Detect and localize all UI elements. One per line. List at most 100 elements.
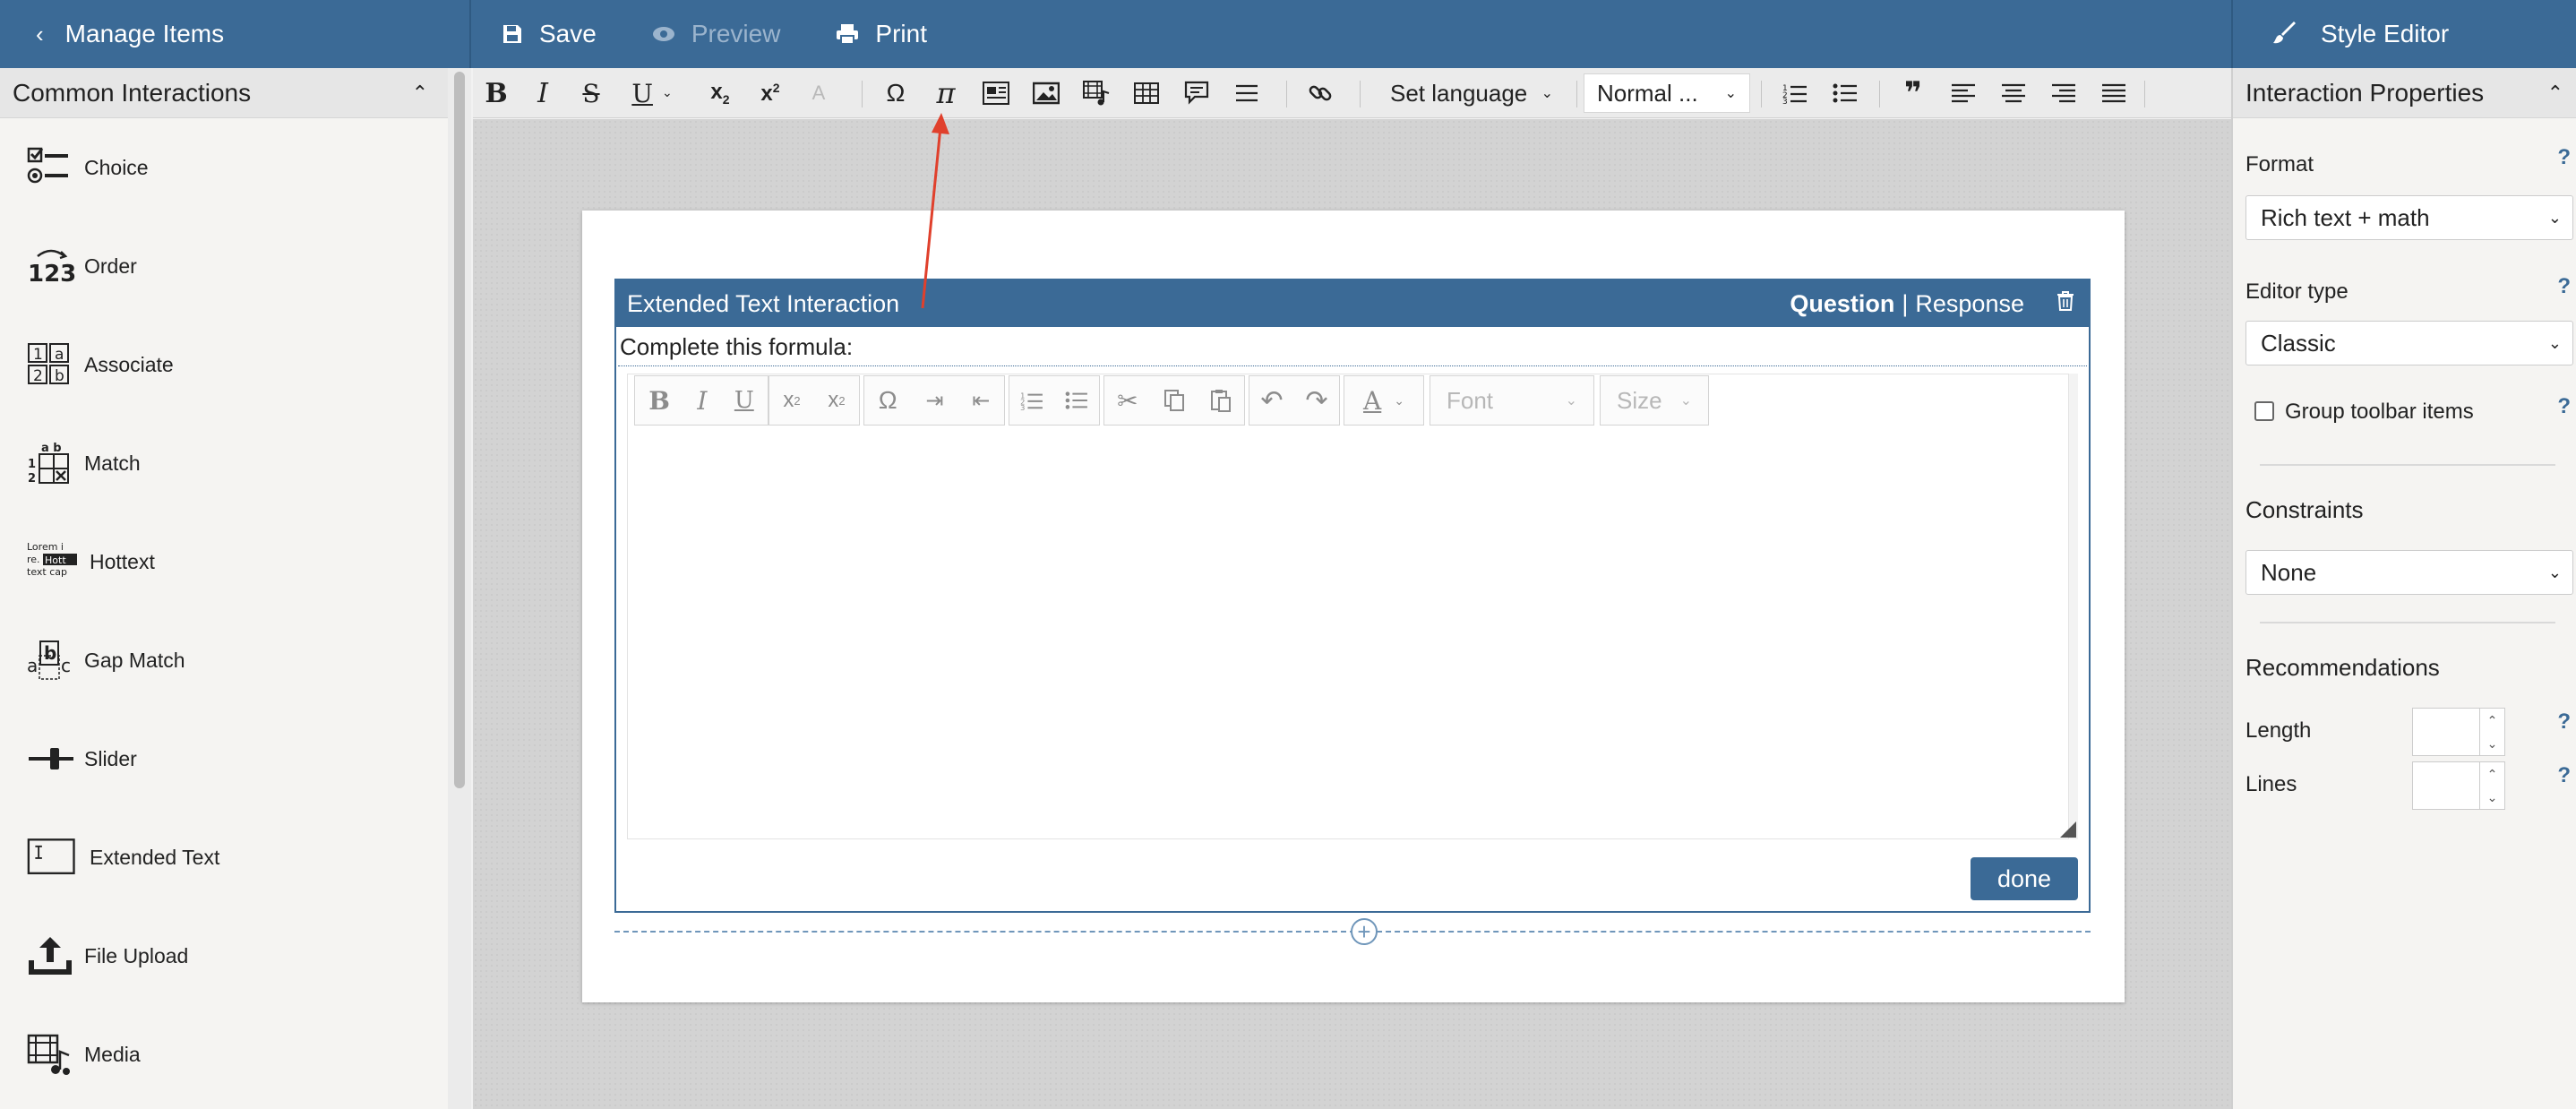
save-button[interactable]: Save: [502, 20, 597, 48]
lines-help-icon[interactable]: ?: [2557, 763, 2571, 788]
editor-font-label: Font: [1447, 386, 1494, 414]
editor-underline-icon[interactable]: U: [734, 387, 754, 414]
sidebar-scrollbar-thumb[interactable]: [454, 72, 465, 788]
sidebar-item-associate[interactable]: 1a2b Associate: [0, 315, 448, 414]
add-block-button[interactable]: +: [1351, 918, 1378, 945]
editor-outdent-icon[interactable]: ⇤: [972, 388, 990, 414]
clear-format-button[interactable]: A: [801, 68, 837, 118]
spin-down-icon[interactable]: ⌄: [2479, 732, 2504, 755]
spin-up-icon[interactable]: ⌃: [2479, 762, 2504, 786]
svg-text:b: b: [55, 367, 64, 385]
gap-match-icon: abc: [27, 638, 79, 683]
align-right-button[interactable]: [2046, 68, 2082, 118]
video-button[interactable]: [1078, 68, 1114, 118]
editor-redo-icon[interactable]: ↷: [1305, 385, 1327, 417]
editor-subscript-icon[interactable]: x2: [783, 388, 800, 413]
editor-size-dropdown[interactable]: Size ⌄: [1600, 375, 1709, 426]
editor-type-help-icon[interactable]: ?: [2557, 274, 2571, 299]
response-text-area[interactable]: [627, 374, 2069, 839]
bulleted-list-icon: [1833, 83, 1857, 103]
paragraph-format-dropdown[interactable]: Normal ... ⌄: [1584, 73, 1750, 113]
media-embed-button[interactable]: [978, 68, 1014, 118]
extended-text-interaction[interactable]: Extended Text Interaction Question | Res…: [614, 279, 2091, 913]
editor-type-select[interactable]: Classic ⌄: [2245, 321, 2573, 365]
svg-text:2: 2: [28, 472, 36, 486]
length-input[interactable]: ⌃ ⌄: [2412, 708, 2505, 756]
trash-icon[interactable]: [2057, 291, 2074, 316]
spin-up-icon[interactable]: ⌃: [2479, 709, 2504, 732]
editor-superscript-icon[interactable]: x2: [828, 388, 845, 413]
editor-italic-icon[interactable]: I: [697, 386, 707, 416]
bold-button[interactable]: B: [478, 68, 514, 118]
editor-font-dropdown[interactable]: Font ⌄: [1430, 375, 1594, 426]
underline-button[interactable]: U ⌄: [625, 68, 679, 118]
editor-scissors-icon[interactable]: ✂: [1117, 386, 1138, 416]
justify-button[interactable]: [2096, 68, 2132, 118]
lines-label: Lines: [2245, 772, 2297, 796]
sidebar-item-slider[interactable]: Slider: [0, 709, 448, 808]
sidebar-item-match[interactable]: a b 12 Match: [0, 414, 448, 512]
spin-down-icon[interactable]: ⌄: [2479, 786, 2504, 809]
sidebar-item-gap-match[interactable]: abc Gap Match: [0, 611, 448, 709]
sidebar-item-hottext[interactable]: Lorem i re. Hott text cap Hottext: [0, 512, 448, 611]
chevron-down-icon: ⌄: [1394, 392, 1404, 408]
tab-question[interactable]: Question: [1790, 290, 1894, 318]
sidebar-item-extended-text[interactable]: Extended Text: [0, 808, 448, 907]
editor-text-color-button[interactable]: A ⌄: [1344, 375, 1424, 426]
editor-indent-icon[interactable]: ⇥: [925, 388, 943, 414]
sidebar-item-choice[interactable]: Choice: [0, 118, 448, 217]
math-button[interactable]: π: [928, 68, 964, 118]
manage-items-button[interactable]: ‹ Manage Items: [0, 0, 471, 68]
prompt-field[interactable]: Complete this formula:: [618, 329, 2087, 366]
match-icon: a b 12: [27, 441, 79, 486]
group-toolbar-help-icon[interactable]: ?: [2557, 394, 2571, 419]
tab-response[interactable]: Response: [1915, 290, 2024, 318]
editor-paste-icon[interactable]: [1210, 389, 1232, 412]
underline-icon: U: [631, 78, 653, 108]
horizontal-rule-button[interactable]: [1229, 68, 1265, 118]
strikethrough-button[interactable]: S: [575, 68, 607, 118]
resize-handle-icon[interactable]: [2060, 821, 2076, 838]
editor-bold-icon[interactable]: B: [648, 386, 670, 416]
format-select[interactable]: Rich text + math ⌄: [2245, 195, 2573, 240]
sidebar-item-order[interactable]: 123 Order: [0, 217, 448, 315]
sidebar-item-file-upload[interactable]: File Upload: [0, 907, 448, 1005]
align-left-button[interactable]: [1945, 68, 1981, 118]
constraints-select[interactable]: None ⌄: [2245, 550, 2573, 595]
align-center-button[interactable]: [1996, 68, 2031, 118]
top-bar: ‹ Manage Items Save Preview Print Style …: [0, 0, 2576, 68]
editor-numbered-list-icon[interactable]: 123: [1020, 391, 1043, 410]
comment-button[interactable]: [1179, 68, 1215, 118]
common-interactions-header[interactable]: Common Interactions ⌃: [0, 68, 448, 118]
numbered-list-button[interactable]: 123: [1777, 68, 1813, 118]
table-button[interactable]: [1129, 68, 1164, 118]
editor-omega-icon[interactable]: Ω: [879, 386, 897, 415]
blockquote-button[interactable]: ❞: [1895, 68, 1931, 118]
interaction-properties-header[interactable]: Interaction Properties ⌃: [2233, 68, 2576, 118]
editor-bulleted-list-icon[interactable]: [1065, 391, 1088, 410]
set-language-dropdown[interactable]: Set language ⌄: [1378, 73, 1566, 113]
superscript-button[interactable]: x2: [752, 68, 788, 118]
bulleted-list-button[interactable]: [1827, 68, 1863, 118]
bold-icon: B: [485, 77, 508, 109]
editor-clipboard-group: ✂: [1103, 375, 1245, 426]
length-help-icon[interactable]: ?: [2557, 709, 2571, 735]
link-button[interactable]: [1302, 68, 1338, 118]
paintbrush-icon: [2273, 21, 2296, 44]
print-button[interactable]: Print: [836, 20, 927, 48]
subscript-button[interactable]: x2: [702, 68, 738, 118]
special-char-button[interactable]: Ω: [878, 68, 914, 118]
format-label: Format: [2245, 152, 2314, 176]
quote-icon: ❞: [1904, 76, 1922, 110]
preview-button[interactable]: Preview: [652, 20, 780, 48]
image-button[interactable]: [1028, 68, 1064, 118]
sidebar-item-media[interactable]: Media: [0, 1005, 448, 1104]
format-help-icon[interactable]: ?: [2557, 145, 2571, 170]
lines-input[interactable]: ⌃ ⌄: [2412, 761, 2505, 810]
editor-copy-icon[interactable]: [1163, 389, 1185, 412]
style-editor-button[interactable]: Style Editor: [2231, 0, 2576, 68]
done-button[interactable]: done: [1971, 857, 2078, 900]
group-toolbar-checkbox[interactable]: [2254, 401, 2274, 421]
editor-undo-icon[interactable]: ↶: [1260, 385, 1283, 417]
italic-button[interactable]: I: [527, 68, 559, 118]
